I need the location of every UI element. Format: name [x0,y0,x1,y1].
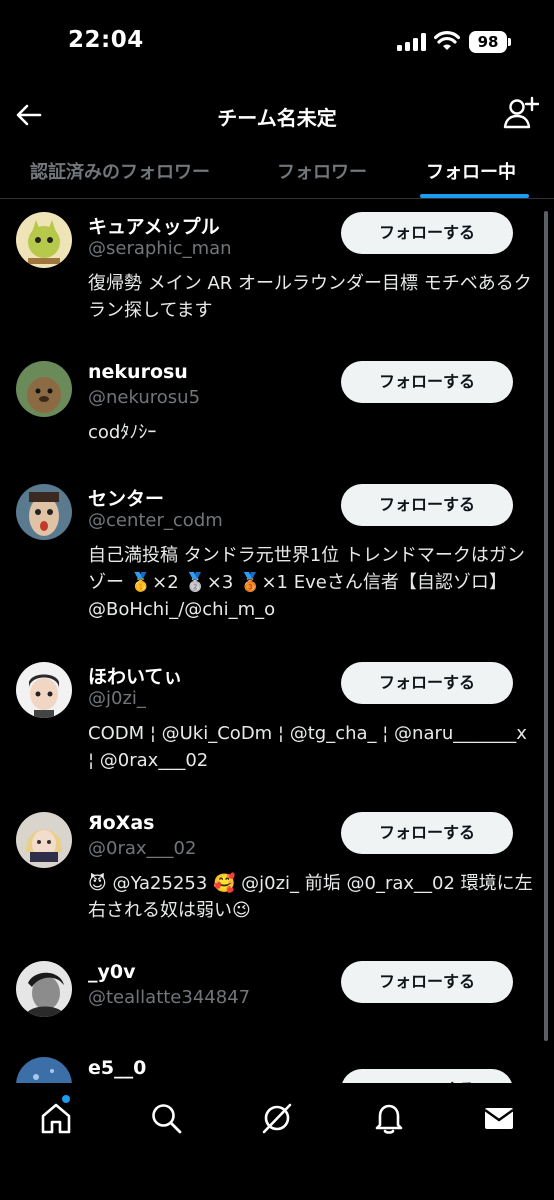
user-bio: CODM ¦ @Uki_CoDm ¦ @tg_cha_ ¦ @naru_____… [88,723,527,771]
status-time: 22:04 [68,27,144,53]
follow-button[interactable]: フォローする [341,1069,513,1083]
user-bio: 復帰勢 メイン AR オールラウンダー目標 モチベあるクラン探してます [88,273,532,321]
user-handle: @teallatte344847 [88,987,251,1008]
mail-icon[interactable] [482,1101,516,1135]
status-bar: 22:04 98 [0,0,554,84]
display-name[interactable]: ほわいてぃ [88,662,182,689]
user-handle: @seraphic_man [88,238,232,259]
display-name[interactable]: センター [88,484,164,511]
display-name[interactable]: nekurosu [88,361,188,383]
avatar[interactable] [16,812,72,868]
avatar[interactable] [16,484,72,540]
display-name[interactable]: キュアメップル [88,212,220,239]
display-name[interactable]: _y0v [88,961,136,983]
tab-verified-followers[interactable]: 認証済みのフォロワー [30,158,210,184]
display-name[interactable]: e5__0 [88,1057,146,1079]
home-icon[interactable] [39,1101,73,1135]
user-bio: 😈 @Ya25253 🥰 @j0zi_ 前垢 @0_rax__02 環境に左右さ… [88,873,533,921]
signal-icon [397,33,427,51]
user-handle: @j0zi_ [88,688,146,709]
follow-button[interactable]: フォローする [341,961,513,1003]
user-handle: @0rax___02 [88,838,197,859]
page-title: チーム名未定 [217,106,337,130]
tab-bar: 認証済みのフォロワー フォロワー フォロー中 [0,146,554,199]
follow-button[interactable]: フォローする [341,361,513,403]
battery-icon: 98 [469,31,507,53]
search-icon[interactable] [149,1101,183,1135]
avatar[interactable] [16,361,72,417]
follow-button[interactable]: フォローする [341,212,513,254]
follow-button[interactable]: フォローする [341,812,513,854]
tab-following[interactable]: フォロー中 [426,158,516,184]
tab-followers[interactable]: フォロワー [277,158,367,184]
active-tab-indicator [420,194,529,198]
follow-button[interactable]: フォローする [341,484,513,526]
avatar[interactable] [16,212,72,268]
avatar[interactable] [16,961,72,1017]
following-list: キュアメップル @seraphic_man フォローする 復帰勢 メイン AR … [0,199,554,1083]
battery-nub [508,38,511,46]
grok-icon[interactable] [260,1101,294,1135]
header: チーム名未定 [0,84,554,146]
person-add-icon[interactable] [502,94,540,132]
follow-button[interactable]: フォローする [341,662,513,704]
bottom-nav [0,1083,554,1200]
avatar[interactable] [16,1057,72,1083]
user-bio: codﾀﾉｼｰ [88,422,157,443]
wifi-icon [434,31,460,50]
user-handle: @nekurosu5 [88,387,201,408]
user-handle: @center_codm [88,510,223,531]
display-name[interactable]: ЯoXas [88,812,154,834]
notification-dot [62,1095,70,1103]
avatar[interactable] [16,662,72,718]
scrollbar[interactable] [544,211,548,1041]
bell-icon[interactable] [372,1101,406,1135]
user-bio: 自己満投稿 タンドラ元世界1位 トレンドマークはガンゾー 🥇×2 🥈×3 🥉×1… [88,545,525,620]
